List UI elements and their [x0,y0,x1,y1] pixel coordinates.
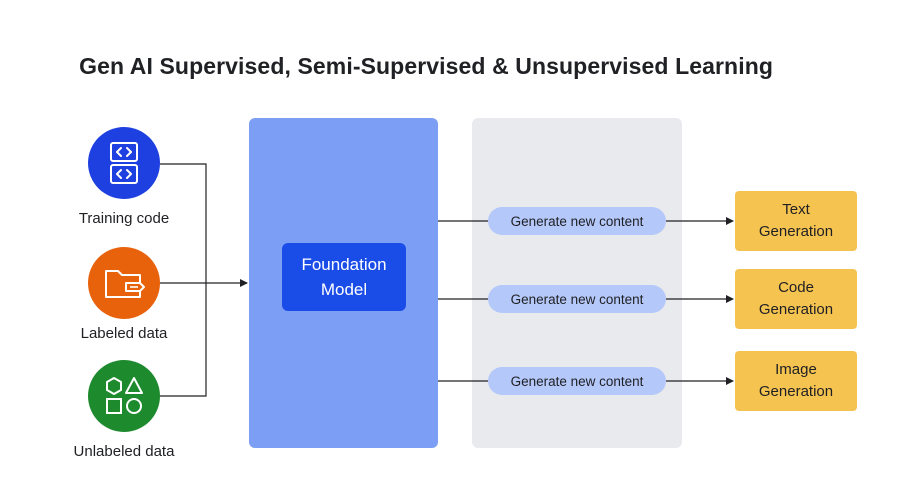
unlabeled-data-label: Unlabeled data [73,443,175,460]
unlabeled-data-node [88,360,160,432]
labeled-data-label: Labeled data [80,325,168,342]
generate-content-step-2: Generate new content [488,285,666,313]
code-generation-output: Code Generation [735,269,857,329]
generate-content-step-3: Generate new content [488,367,666,395]
foundation-model-box: Foundation Model [282,243,406,311]
folder-icon [105,270,145,298]
generate-content-step-1: Generate new content [488,207,666,235]
code-icon [110,142,138,184]
text-generation-output: Text Generation [735,191,857,251]
training-code-label: Training code [78,210,170,227]
training-code-node [88,127,160,199]
shapes-icon [106,377,143,414]
image-generation-output: Image Generation [735,351,857,411]
labeled-data-node [88,247,160,319]
